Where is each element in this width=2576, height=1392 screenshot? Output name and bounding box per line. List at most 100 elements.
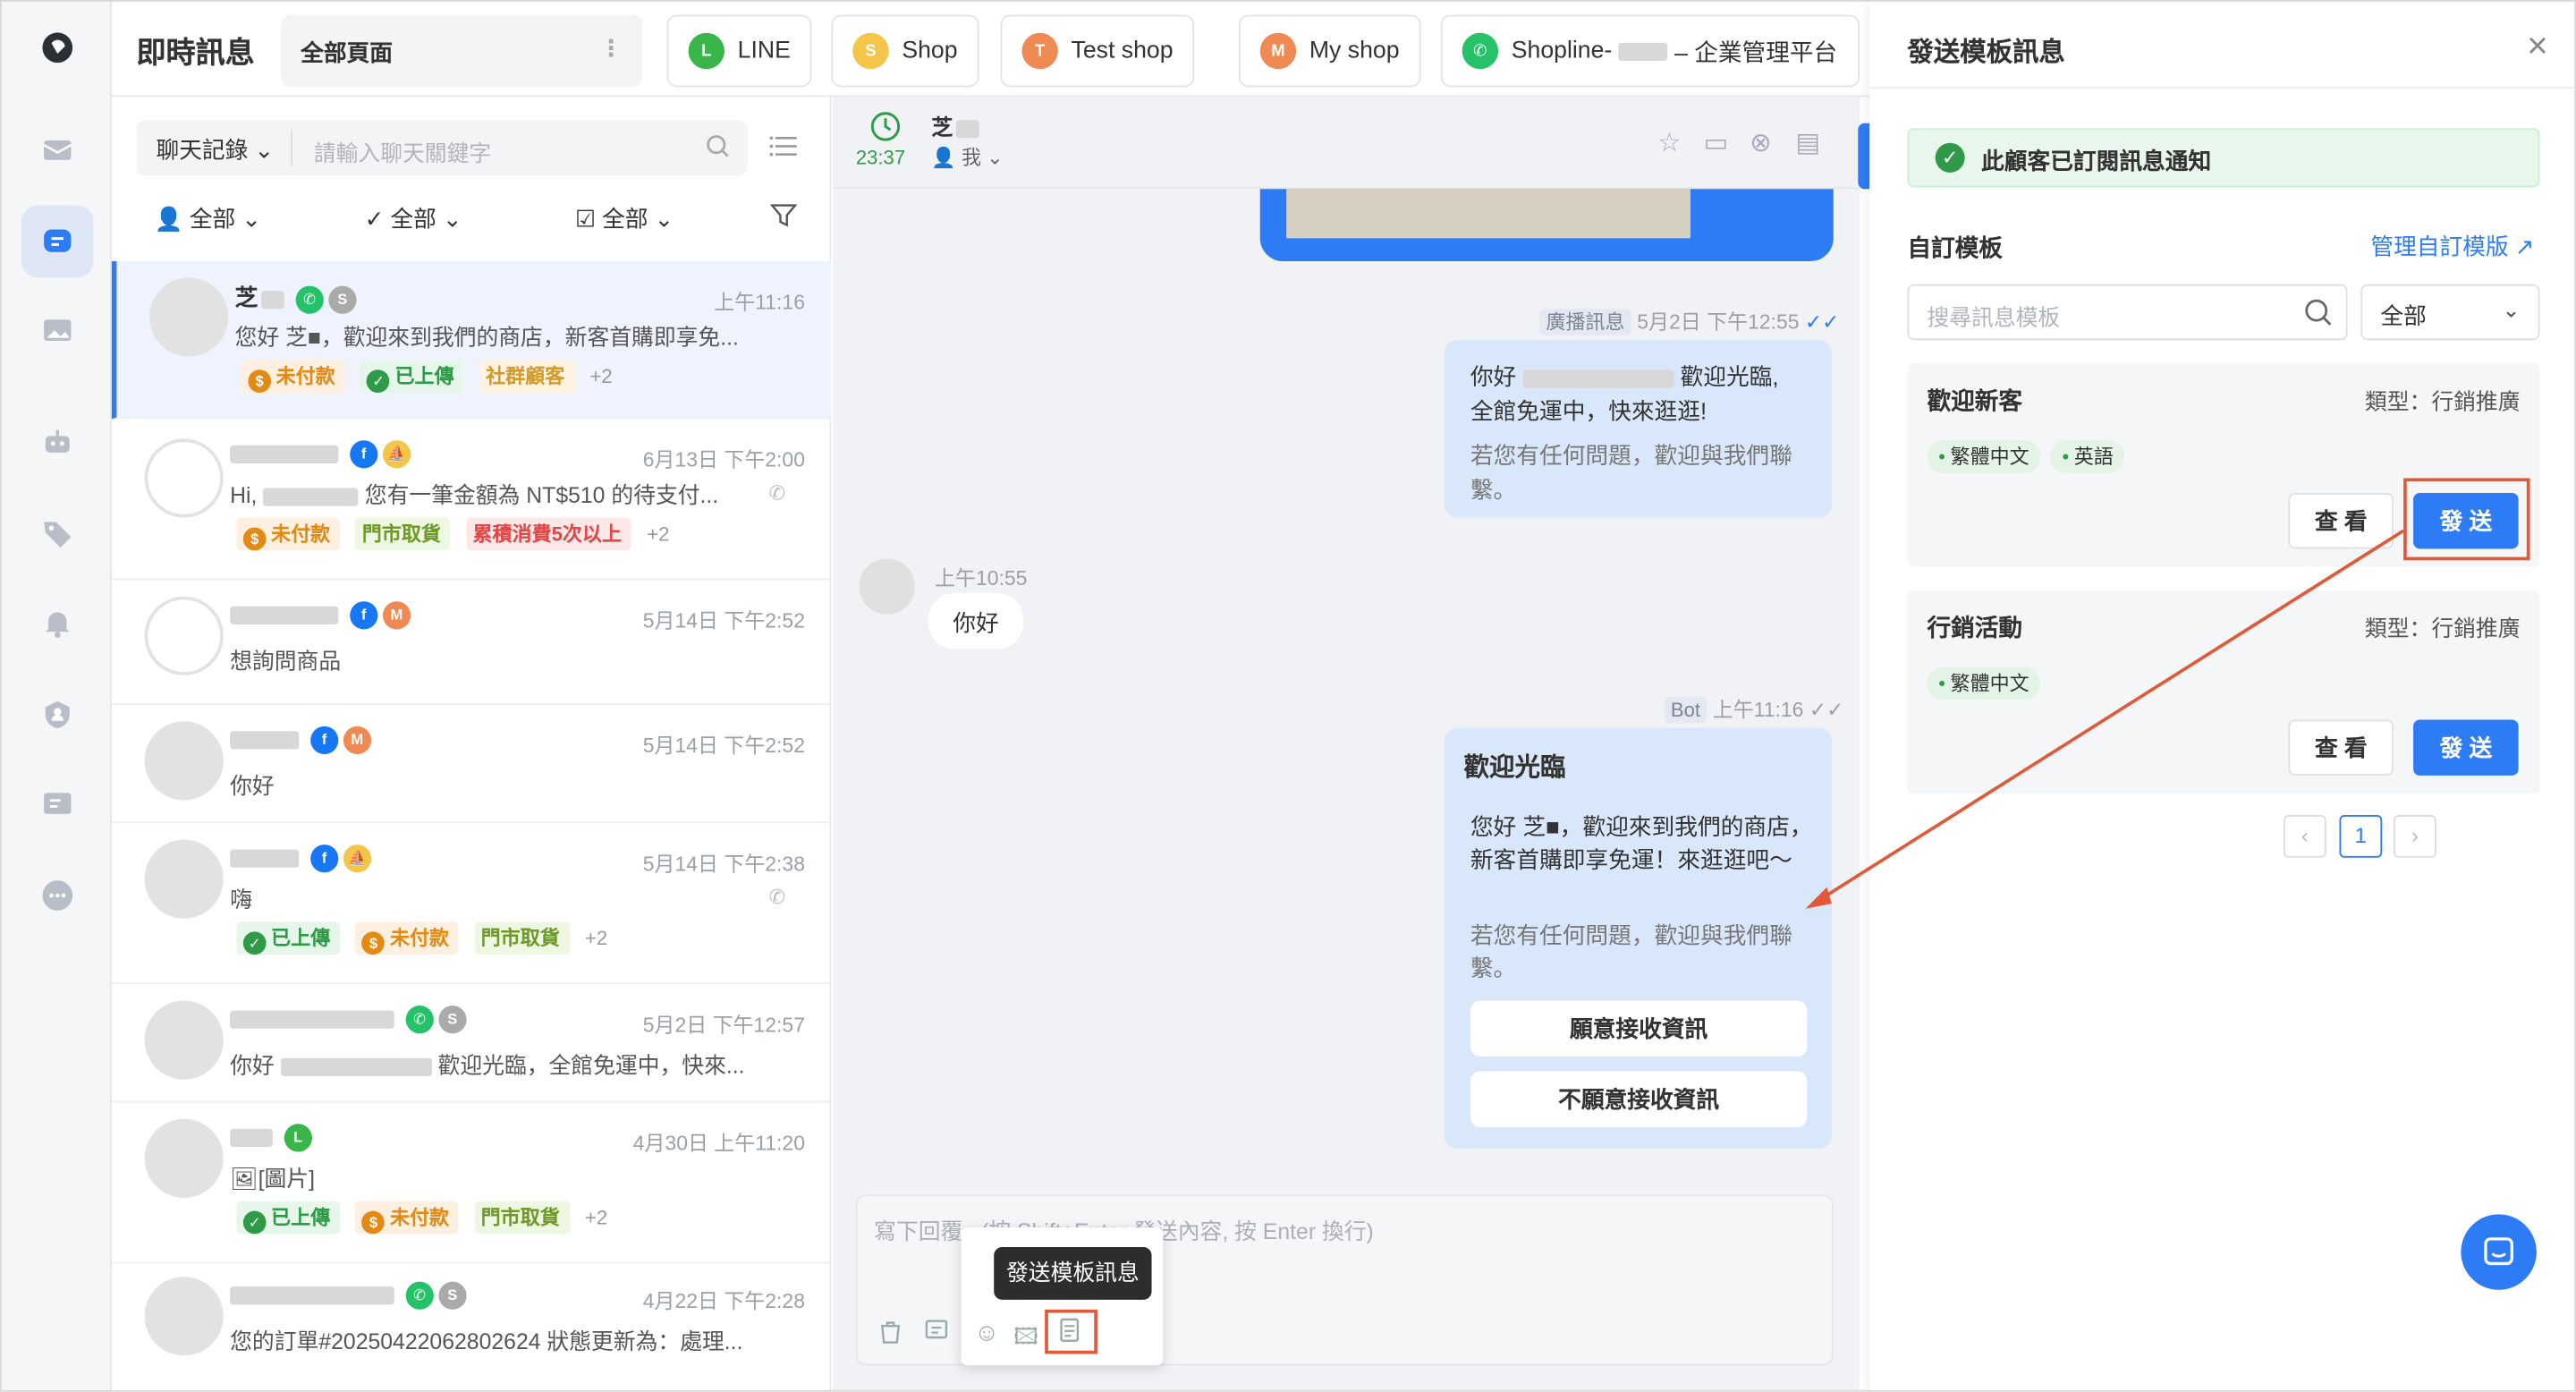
search-icon[interactable] (2288, 284, 2348, 341)
message-prefix: 你好 (230, 1053, 275, 1078)
star-icon[interactable]: ☆ (1657, 126, 1681, 159)
inbox-icon[interactable] (31, 123, 84, 176)
conversation-item[interactable]: fM 5月14日 下午2:52 想詢問商品 (111, 580, 832, 705)
image-upload-icon[interactable]: 🖾 (1013, 1320, 1038, 1359)
shopping-bag-icon[interactable] (877, 1318, 903, 1353)
more-tags[interactable]: +2 (590, 365, 613, 388)
avatar (144, 1000, 224, 1080)
tag-unpaid: $ 未付款 (355, 921, 460, 955)
decline-info-button[interactable]: 不願意接收資訊 (1470, 1071, 1808, 1127)
chat-pane: 23:37 芝 👤 我 ⌄ ☆ ▭ ⊗ ▤ 廣播訊息 5月2日 下午12:55 … (833, 97, 1860, 1390)
send-template-button[interactable]: 發 送 (2413, 719, 2519, 776)
template-type-filter[interactable]: 全部 ⌄ (2360, 284, 2540, 341)
comment-icon[interactable]: ▭ (1704, 126, 1729, 159)
page-selector[interactable]: 全部頁面 ⋮ (281, 14, 643, 88)
tag-store-pickup: 門市取貨 (474, 1201, 570, 1235)
bot-message-title: 歡迎光臨 (1463, 754, 1566, 783)
last-message: 你好 (230, 774, 275, 799)
emoji-icon[interactable]: ☺ (974, 1320, 999, 1347)
chat-search-input[interactable]: 請輸入聊天關鍵字 (314, 135, 491, 168)
more-tags[interactable]: +2 (647, 522, 669, 546)
facebook-icon: f (350, 439, 378, 469)
chat-icon[interactable] (21, 205, 94, 278)
avatar (144, 596, 224, 675)
conversation-item[interactable]: f ⛵ 6月13日 下午2:00 Hi, 您有一筆金額為 NT$510 的待支付.… (111, 419, 832, 581)
channel-tab-shopline[interactable]: ✆ Shopline- – 企業管理平台 (1440, 14, 1860, 88)
manage-templates-link[interactable]: 管理自訂模版 ↗ (2370, 230, 2534, 263)
channel-tab-label: LINE (737, 38, 791, 64)
image-message-bubble[interactable] (1259, 189, 1834, 262)
conversation-item[interactable]: L 4月30日 上午11:20 🖼[圖片] ✓ 已上傳 $ 未付款 門市取貨 +2 (111, 1102, 832, 1264)
conversation-item[interactable]: ✆ S 4月22日 下午2:28 您的訂單#20250422062802624 狀… (112, 1263, 831, 1389)
search-icon[interactable] (705, 133, 731, 168)
view-template-button[interactable]: 查 看 (2288, 719, 2394, 776)
list-view-icon[interactable] (769, 133, 799, 168)
redacted-text (230, 1010, 394, 1029)
template-type: 類型：行銷推廣 (2364, 389, 2521, 414)
shop-icon: ⛵ (382, 439, 411, 469)
avatar (144, 839, 224, 919)
assignee-dropdown[interactable]: 👤 我 ⌄ (931, 143, 1003, 171)
funnel-icon[interactable] (769, 202, 798, 233)
help-chat-launcher[interactable] (2461, 1214, 2537, 1290)
language-tags: 繁體中文 (1927, 666, 2050, 700)
channel-tab-test-shop[interactable]: T Test shop (1000, 14, 1195, 88)
channel-tab-my-shop[interactable]: M My shop (1238, 14, 1421, 88)
test-shop-icon: T (1021, 32, 1058, 70)
tag-icon[interactable] (31, 508, 84, 561)
message-text: 歡迎光臨，全館免運中，快來... (437, 1053, 745, 1078)
next-page-button[interactable]: › (2394, 815, 2436, 858)
bell-icon[interactable] (31, 597, 84, 649)
image-icon[interactable] (31, 304, 84, 357)
language-tag: 繁體中文 (1927, 666, 2041, 700)
channel-tab-line[interactable]: L LINE (666, 14, 812, 88)
accept-info-button[interactable]: 願意接收資訊 (1470, 1000, 1808, 1057)
redacted-text (230, 730, 300, 750)
quick-reply-icon[interactable] (923, 1318, 949, 1353)
message-meta: Bot 上午11:16 ✓✓ (1664, 692, 1843, 724)
panel-title: 發送模板訊息 (1907, 39, 2065, 68)
image-icon: 🖼 (230, 1167, 258, 1192)
redacted-text (230, 1128, 273, 1147)
last-message: 嗨 (230, 887, 252, 912)
template-search-input[interactable]: 搜尋訊息模板 (1907, 284, 2344, 341)
conversation-item[interactable]: ✆ S 5月2日 下午12:57 你好 歡迎光臨，全館免運中，快來... (111, 984, 832, 1103)
view-template-button[interactable]: 查 看 (2288, 493, 2394, 549)
tag-label: 未付款 (275, 364, 335, 388)
conversation-item[interactable]: fM 5月14日 下午2:52 你好 (111, 705, 832, 824)
tag-store-pickup: 門市取貨 (355, 517, 451, 551)
conversation-item[interactable]: 芝 ✆ S 上午11:16 您好 芝■，歡迎來到我們的商店，新客首購即享免... … (111, 261, 832, 420)
broadcast-line: 全館免運中，快來逛逛! (1470, 397, 1707, 424)
prev-page-button[interactable]: ‹ (2284, 815, 2326, 858)
conversation-time: 6月13日 下午2:00 (642, 448, 805, 472)
more-tags[interactable]: +2 (585, 1206, 607, 1229)
more-tags[interactable]: +2 (585, 927, 607, 950)
block-icon[interactable]: ⊗ (1750, 126, 1772, 159)
kebab-icon[interactable]: ⋮ (599, 35, 623, 63)
id-card-icon[interactable] (31, 777, 84, 830)
close-icon[interactable]: × (2527, 25, 2548, 68)
note-icon[interactable]: ▤ (1796, 126, 1821, 159)
chat-bubble-icon (2484, 1237, 2513, 1266)
last-message: 您好 芝■，歡迎來到我們的商店，新客首購即享免... (234, 325, 739, 351)
redacted-text (230, 445, 339, 463)
tag-label: 已上傳 (271, 926, 331, 950)
contact-name: fM (230, 725, 371, 754)
redacted-text (280, 1057, 432, 1076)
assignee-filter[interactable]: 👤 全部 ⌄ (155, 202, 261, 235)
channel-tab-shop[interactable]: S Shop (831, 14, 979, 88)
filter-row: 👤 全部 ⌄ ✓ 全部 ⌄ ☑ 全部 ⌄ (155, 202, 812, 238)
template-title: 行銷活動 (1927, 615, 2022, 643)
conversation-item[interactable]: f ⛵ 5月14日 下午2:38 嗨 ✆ ✓ 已上傳 $ 未付款 門市取貨 +2 (111, 823, 832, 985)
bot-icon[interactable] (31, 416, 84, 469)
read-filter[interactable]: ✓ 全部 ⌄ (365, 202, 462, 235)
history-dropdown[interactable]: 聊天記錄 ⌄ (156, 133, 274, 166)
tag-social: 社群顧客 (479, 360, 575, 393)
page-number[interactable]: 1 (2339, 815, 2383, 858)
user-shield-icon[interactable] (31, 689, 84, 742)
status-filter[interactable]: ☑ 全部 ⌄ (575, 202, 674, 235)
template-message-icon[interactable] (1056, 1318, 1082, 1353)
conversation-list-pane: 聊天記錄 ⌄ 請輸入聊天關鍵字 👤 全部 ⌄ ✓ 全部 ⌄ ☑ 全部 ⌄ 芝 ✆… (111, 97, 832, 1390)
more-icon[interactable] (31, 870, 84, 922)
last-message: Hi, 您有一筆金額為 NT$510 的待支付... (230, 477, 756, 510)
